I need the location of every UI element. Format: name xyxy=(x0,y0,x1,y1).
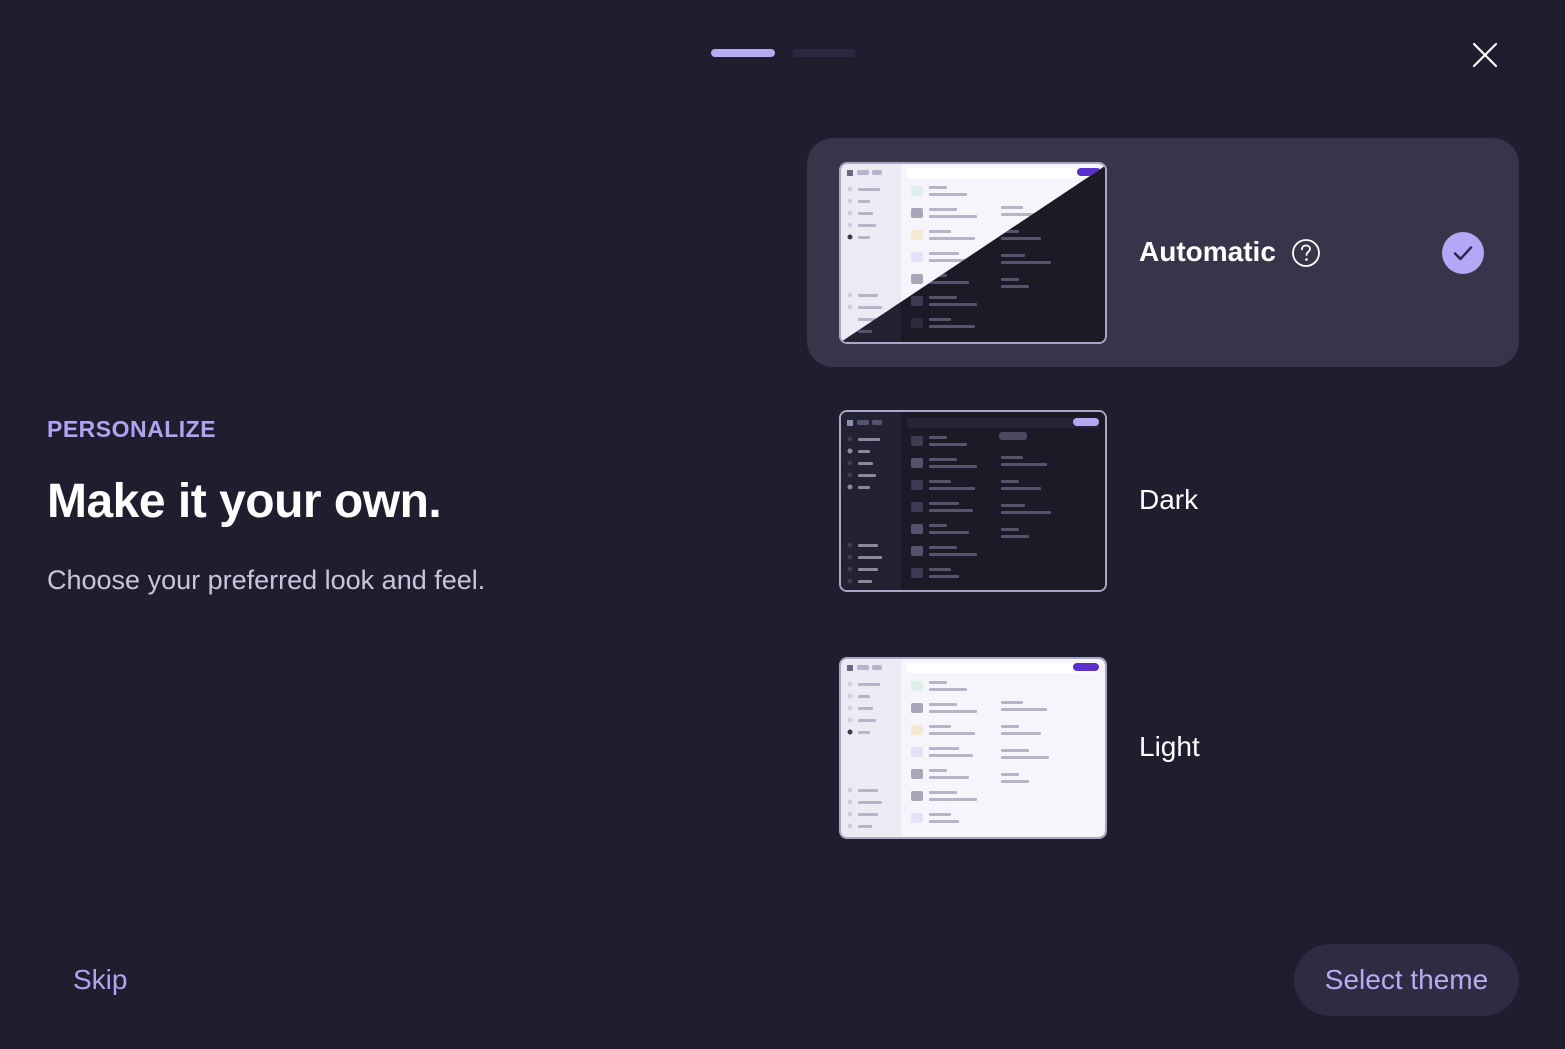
section-eyebrow: PERSONALIZE xyxy=(47,416,217,442)
help-circle-icon[interactable] xyxy=(1291,238,1321,268)
close-button[interactable] xyxy=(1466,36,1504,74)
progress-step-2 xyxy=(792,49,856,57)
step-progress xyxy=(711,49,856,57)
progress-step-1 xyxy=(711,49,775,57)
theme-preview-dark xyxy=(839,410,1107,592)
close-icon xyxy=(1472,42,1498,68)
theme-preview-automatic xyxy=(839,162,1107,344)
theme-label-dark: Dark xyxy=(1139,484,1199,515)
select-theme-button[interactable]: Select theme xyxy=(1294,944,1519,1016)
page-subtitle: Choose your preferred look and feel. xyxy=(47,565,486,595)
check-icon xyxy=(1453,246,1473,261)
selected-check-badge xyxy=(1442,232,1484,274)
skip-link[interactable]: Skip xyxy=(73,964,127,996)
page-title: Make it your own. xyxy=(47,475,442,528)
theme-preview-light xyxy=(839,657,1107,839)
theme-option-dark[interactable]: Dark xyxy=(807,386,1519,615)
theme-label-automatic: Automatic xyxy=(1139,236,1276,267)
theme-option-light[interactable]: Light xyxy=(807,633,1519,862)
theme-label-light: Light xyxy=(1139,731,1200,762)
theme-option-automatic[interactable]: Automatic xyxy=(807,138,1519,367)
